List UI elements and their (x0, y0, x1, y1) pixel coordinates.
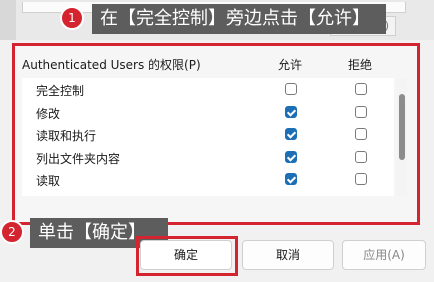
permission-label: 读取和执行 (36, 129, 97, 143)
deny-checkbox[interactable] (355, 83, 367, 95)
deny-checkbox[interactable] (355, 195, 367, 196)
ok-highlight-box (136, 236, 238, 276)
scrollbar-thumb[interactable] (399, 94, 405, 160)
deny-column-header: 拒绝 (348, 58, 373, 72)
permission-row-full-control: 完全控制 (22, 78, 394, 101)
permission-row-modify: 修改 (22, 101, 394, 124)
deny-checkbox[interactable] (355, 128, 367, 140)
step-2-badge: 2 (0, 220, 24, 244)
permission-label: 列出文件夹内容 (36, 151, 121, 166)
deny-checkbox[interactable] (355, 105, 367, 118)
cancel-button[interactable]: 取消 (242, 240, 334, 270)
allow-checkbox[interactable] (285, 105, 297, 118)
permission-label: 写入 (36, 195, 60, 197)
permissions-list: 完全控制 修改 读取和执行 列出文件夹内容 读取 写入 (22, 78, 394, 196)
deny-checkbox[interactable] (355, 150, 367, 163)
allow-checkbox[interactable] (285, 173, 297, 185)
deny-checkbox[interactable] (355, 173, 367, 185)
allow-checkbox[interactable] (285, 128, 297, 140)
permission-row-read: 读取 (22, 168, 394, 191)
permission-label: 完全控制 (36, 84, 85, 98)
permission-row-write: 写入 (22, 191, 394, 197)
permission-label: 读取 (36, 174, 61, 188)
permissions-title: Authenticated Users 的权限(P) (22, 58, 201, 72)
allow-column-header: 允许 (278, 58, 303, 72)
permission-row-read-execute: 读取和执行 (22, 123, 394, 146)
apply-button[interactable]: 应用(A) (342, 240, 426, 270)
dialog-edge (0, 0, 16, 40)
permission-label: 修改 (36, 106, 61, 121)
allow-checkbox[interactable] (285, 150, 297, 163)
step-1-badge: 1 (60, 6, 84, 30)
permission-row-list-folder: 列出文件夹内容 (22, 146, 394, 169)
permissions-header: Authenticated Users 的权限(P) 允许 拒绝 (22, 56, 402, 72)
step-1-callout: 在【完全控制】旁边点击【允许】 (92, 4, 386, 34)
allow-checkbox[interactable] (285, 83, 297, 95)
allow-checkbox[interactable] (285, 195, 297, 196)
permissions-scrollbar[interactable] (397, 78, 407, 196)
